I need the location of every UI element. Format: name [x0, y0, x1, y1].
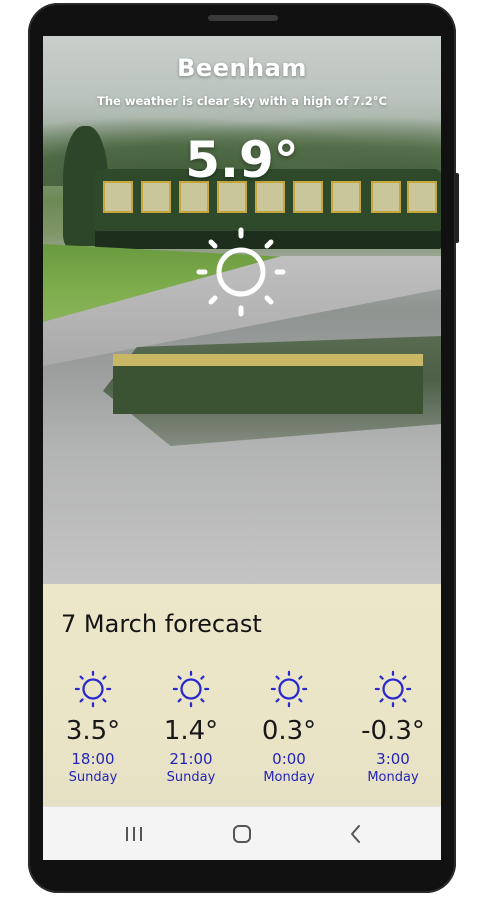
forecast-temp: 3.5° — [65, 716, 121, 746]
phone-frame: Beenham The weather is clear sky with a … — [28, 3, 459, 893]
speaker-grille — [208, 15, 278, 21]
current-temperature: 5.9° — [185, 131, 299, 189]
recents-icon[interactable] — [122, 823, 146, 845]
forecast-slot: 1.4° 21:00 Sunday — [141, 670, 241, 785]
back-icon[interactable] — [344, 823, 368, 845]
city-name: Beenham — [177, 54, 307, 82]
forecast-temp: -0.3° — [361, 716, 425, 746]
forecast-day: Sunday — [166, 770, 216, 785]
forecast-day: Monday — [263, 770, 315, 785]
sun-icon — [270, 670, 308, 708]
sun-icon — [172, 670, 210, 708]
weather-header: Beenham The weather is clear sky with a … — [43, 54, 441, 108]
forecast-time: 0:00 — [272, 750, 306, 768]
forecast-time: 21:00 — [169, 750, 213, 768]
forecast-title: 7 March forecast — [61, 610, 262, 638]
sun-icon — [374, 670, 412, 708]
forecast-temp: 0.3° — [261, 716, 317, 746]
forecast-temp: 1.4° — [163, 716, 219, 746]
forecast-time: 18:00 — [71, 750, 115, 768]
forecast-panel: 7 March forecast 3.5° 18:00 Sunday 1.4° … — [43, 584, 441, 806]
home-icon[interactable] — [230, 823, 254, 845]
forecast-time: 3:00 — [376, 750, 410, 768]
sun-icon — [74, 670, 112, 708]
forecast-slot: -0.3° 3:00 Monday — [343, 670, 441, 785]
side-button — [455, 173, 459, 243]
navigation-bar — [43, 806, 441, 860]
sun-icon — [196, 227, 286, 317]
photo-train-reflection — [113, 354, 423, 414]
forecast-day: Monday — [367, 770, 419, 785]
app-screen: Beenham The weather is clear sky with a … — [43, 36, 441, 860]
forecast-slot: 0.3° 0:00 Monday — [239, 670, 339, 785]
forecast-slot: 3.5° 18:00 Sunday — [43, 670, 143, 785]
forecast-day: Sunday — [68, 770, 118, 785]
forecast-slots: 3.5° 18:00 Sunday 1.4° 21:00 Sunday 0.3°… — [43, 670, 441, 790]
background-photo: Beenham The weather is clear sky with a … — [43, 36, 441, 584]
weather-summary: The weather is clear sky with a high of … — [97, 94, 387, 108]
